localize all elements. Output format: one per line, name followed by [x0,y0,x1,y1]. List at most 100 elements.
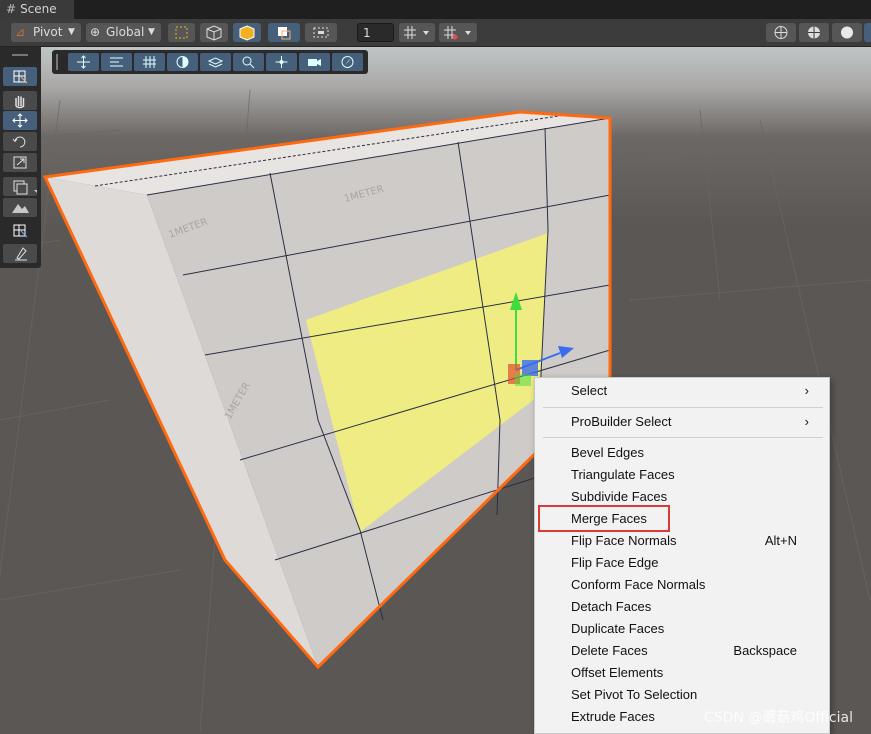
pb-grid-button[interactable] [134,53,165,71]
menu-separator [543,407,823,408]
toolbar-drag-handle[interactable] [56,54,58,70]
compass-icon [341,56,354,68]
pen-tool-button[interactable] [3,244,37,263]
probuilder-grid-icon [13,224,28,238]
pivot-dropdown[interactable]: ⊿ Pivot ▼ [11,23,81,42]
shaded-button[interactable] [832,23,862,42]
grid-size-value: 1 [363,26,371,40]
globe-icon: ⊕ [90,25,101,39]
tab-scene[interactable]: # Scene [0,0,74,19]
scale-tool-button[interactable] [3,153,37,172]
menu-separator [543,437,823,438]
move-arrows-icon [77,55,90,69]
vertex-select-icon [175,26,188,39]
snap-grid-icon [404,26,429,39]
tab-scene-label: Scene [20,2,57,16]
pb-move-button[interactable] [68,53,99,71]
rect-tool-button[interactable] [3,177,37,196]
grid-hatch-icon [143,56,156,68]
menu-item-label: Triangulate Faces [571,467,675,482]
align-icon [110,57,123,67]
menu-item-label: Extrude Faces [571,709,655,724]
snap-increment-dropdown[interactable] [399,23,435,42]
hand-icon [15,96,25,109]
pb-search-button[interactable] [233,53,264,71]
menu-item-subdivide-faces[interactable]: Subdivide Faces [571,487,821,507]
probuilder-editor-button[interactable] [3,67,37,86]
chevron-down-icon: ▼ [68,27,75,37]
menu-item-conform-face-normals[interactable]: Conform Face Normals [571,575,821,595]
menu-item-offset-elements[interactable]: Offset Elements [571,663,821,683]
rotate-icon [12,136,26,148]
menu-item-label: Bevel Edges [571,445,644,460]
layers-icon [207,57,224,68]
menu-item-duplicate-faces[interactable]: Duplicate Faces [571,619,821,639]
rect-transform-icon [13,180,37,195]
menu-item-probuilder-select[interactable]: ProBuilder Select › [571,412,821,432]
search-icon [242,56,255,69]
face-mode-button[interactable] [233,23,261,42]
shaded-wireframe-button[interactable] [799,23,829,42]
poly-shape-button[interactable] [3,221,37,240]
menu-item-delete-faces[interactable]: Delete Faces Backspace [571,641,821,661]
menu-item-label: ProBuilder Select [571,414,672,429]
menu-item-flip-face-edge[interactable]: Flip Face Edge [571,553,821,573]
pen-icon [15,247,27,261]
pivot-label: Pivot [33,25,63,39]
global-label: Global [106,25,145,39]
view-tool-button[interactable] [3,91,37,110]
menu-item-bevel-edges[interactable]: Bevel Edges [571,443,821,463]
unlit-button[interactable] [864,23,871,42]
menu-item-select[interactable]: Select › [571,381,821,401]
probuilder-toolbar [52,50,368,74]
chevron-down-icon: ▼ [148,27,155,37]
menu-item-flip-face-normals[interactable]: Flip Face Normals Alt+N [571,531,821,551]
pivot-icon: ⊿ [15,25,26,39]
pb-pivot-button[interactable] [266,53,297,71]
grid-snap-icon [444,26,471,40]
terrain-icon [12,204,29,213]
selection-tool-button[interactable] [305,23,337,42]
menu-item-detach-faces[interactable]: Detach Faces [571,597,821,617]
grid-size-input[interactable]: 1 [357,23,394,42]
cube-icon [206,25,222,41]
shaded-wire-sphere-icon [808,26,820,39]
shaded-sphere-icon [841,26,853,39]
menu-item-label: Conform Face Normals [571,577,706,592]
wireframe-shading-button[interactable] [766,23,796,42]
pb-layers-button[interactable] [200,53,231,71]
chevron-right-icon: › [804,383,809,398]
move-tool-button[interactable] [3,111,37,130]
probuilder-tool-button[interactable] [268,23,300,42]
global-dropdown[interactable]: ⊕ Global ▼ [86,23,161,42]
face-select-icon [239,25,255,41]
menu-item-label: Offset Elements [571,665,664,680]
chevron-right-icon: › [804,414,809,429]
menu-item-label: Detach Faces [571,599,652,614]
pb-align-button[interactable] [101,53,132,71]
vertex-mode-button[interactable] [168,23,195,42]
half-sphere-icon [176,56,189,68]
menu-item-label: Delete Faces [571,643,648,658]
grid-snap-dropdown[interactable] [439,23,477,42]
pb-compass-button[interactable] [332,53,363,71]
move-arrows-icon [12,113,28,128]
merge-faces-highlight-box [538,505,670,532]
pb-camera-button[interactable] [299,53,330,71]
grid-icon: # [6,2,17,16]
custom-tool-button[interactable] [3,198,37,217]
menu-item-set-pivot-to-selection[interactable]: Set Pivot To Selection [571,685,821,705]
watermark: CSDN @蘑菇鸡Official [704,710,853,726]
palette-drag-handle[interactable] [12,54,28,56]
pivot-cross-icon [275,56,288,68]
menu-item-label: Select [571,383,608,398]
pb-sphere-button[interactable] [167,53,198,71]
rotate-tool-button[interactable] [3,132,37,151]
menu-item-label: Set Pivot To Selection [571,687,698,702]
menu-item-shortcut: Backspace [733,643,797,658]
object-mode-button[interactable] [200,23,228,42]
menu-item-triangulate-faces[interactable]: Triangulate Faces [571,465,821,485]
scale-icon [13,156,27,169]
probuilder-grid-icon [13,70,28,84]
menu-item-label: Duplicate Faces [571,621,665,636]
